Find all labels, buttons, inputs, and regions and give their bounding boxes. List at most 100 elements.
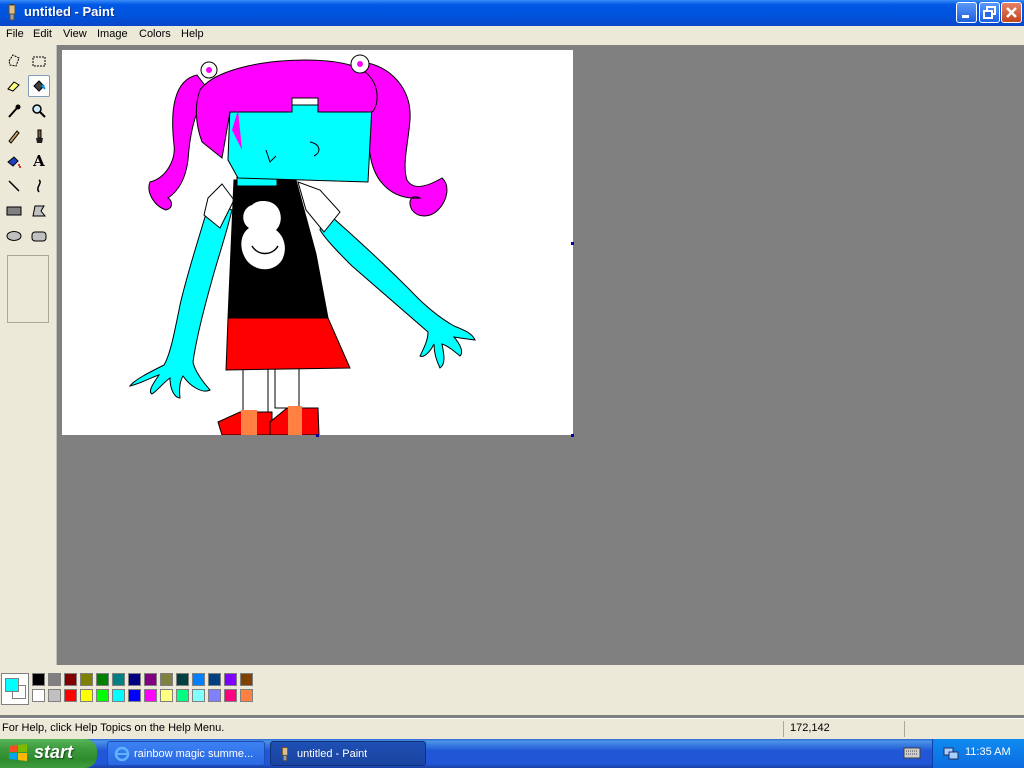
color-palette-bar [0,665,1024,715]
fill-with-color-tool[interactable] [28,75,50,97]
taskbar-button-browser[interactable]: rainbow magic summe... [107,741,265,766]
select-tool[interactable] [28,50,50,72]
color-swatch[interactable] [160,689,173,702]
ie-icon [114,746,130,762]
rounded-rectangle-tool[interactable] [28,225,50,247]
color-swatch[interactable] [208,673,221,686]
color-swatch[interactable] [176,673,189,686]
taskbar-button-label: untitled - Paint [297,748,368,760]
curve-icon [37,179,41,193]
system-tray: 11:35 AM [932,739,1024,768]
keyboard-icon[interactable] [903,746,921,760]
toolbox: A [0,45,57,665]
color-swatch[interactable] [64,689,77,702]
color-swatch[interactable] [240,673,253,686]
color-swatch[interactable] [240,689,253,702]
color-swatch[interactable] [80,673,93,686]
network-icon[interactable] [943,745,959,761]
close-button[interactable] [1001,2,1022,23]
airbrush-icon [7,156,21,168]
menu-bar: File Edit View Image Colors Help [0,26,1024,45]
line-tool[interactable] [3,175,25,197]
eyedropper-icon [8,104,21,118]
polygon-icon [32,205,47,217]
status-help-text: For Help, click Help Topics on the Help … [2,722,225,734]
eraser-tool[interactable] [3,75,25,97]
taskbar-button-label: rainbow magic summe... [134,748,254,760]
rectangle-tool[interactable] [3,200,25,222]
canvas-resize-handle-right[interactable] [571,242,574,245]
color-swatch[interactable] [144,689,157,702]
minimize-button[interactable] [956,2,977,23]
start-label: start [34,742,74,762]
color-swatch[interactable] [32,689,45,702]
title-bar: untitled - Paint [0,0,1024,26]
menu-view[interactable]: View [63,28,87,40]
pick-color-tool[interactable] [3,100,25,122]
foreground-color [5,678,19,692]
color-swatch[interactable] [112,689,125,702]
status-coordinates: 172,142 [790,722,830,734]
text-tool[interactable]: A [28,150,50,172]
free-form-select-tool[interactable] [3,50,25,72]
current-colors-indicator [1,673,29,705]
magnifier-icon [32,104,46,118]
color-swatch[interactable] [96,689,109,702]
color-swatch[interactable] [48,689,61,702]
color-swatch[interactable] [176,689,189,702]
color-swatch[interactable] [160,673,173,686]
magnifier-tool[interactable] [28,100,50,122]
menu-colors[interactable]: Colors [139,28,171,40]
color-swatch[interactable] [128,689,141,702]
canvas-resize-handle-corner[interactable] [571,434,574,437]
minimize-icon [962,15,969,18]
rectangle-select-icon [32,56,46,67]
window-title: untitled - Paint [24,4,115,19]
color-swatch[interactable] [80,689,93,702]
menu-help[interactable]: Help [181,28,204,40]
color-swatch[interactable] [144,673,157,686]
close-icon [1006,7,1017,18]
polygon-tool[interactable] [28,200,50,222]
color-swatch[interactable] [48,673,61,686]
paint-app-icon [4,2,20,22]
taskbar-button-paint[interactable]: untitled - Paint [270,741,426,766]
line-icon [8,180,20,192]
airbrush-tool[interactable] [3,150,25,172]
drawing-canvas[interactable] [62,50,573,435]
start-button[interactable]: start [0,739,97,768]
pencil-tool[interactable] [3,125,25,147]
eraser-icon [7,81,20,92]
pencil-icon [8,130,20,144]
drawing-girl-illustration [128,54,476,435]
menu-edit[interactable]: Edit [33,28,52,40]
brush-icon [36,129,43,143]
color-swatch[interactable] [112,673,125,686]
color-swatch[interactable] [208,689,221,702]
clock[interactable]: 11:35 AM [965,746,1011,758]
status-size-cell [904,721,1024,737]
restore-button[interactable] [979,2,1000,23]
status-coordinates-cell: 172,142 [783,721,904,737]
restore-icon [983,6,996,19]
curve-tool[interactable] [28,175,50,197]
ellipse-tool[interactable] [3,225,25,247]
color-swatch[interactable] [192,673,205,686]
tool-options-panel[interactable] [7,255,49,323]
status-bar: For Help, click Help Topics on the Help … [0,718,1024,739]
color-swatch[interactable] [96,673,109,686]
free-form-select-icon [8,54,20,67]
color-swatch[interactable] [224,689,237,702]
menu-image[interactable]: Image [97,28,128,40]
canvas-resize-handle-bottom[interactable] [316,434,319,437]
color-swatch[interactable] [192,689,205,702]
brush-tool[interactable] [28,125,50,147]
color-swatch[interactable] [224,673,237,686]
color-swatch[interactable] [64,673,77,686]
color-swatch[interactable] [128,673,141,686]
ellipse-icon [6,231,22,241]
taskbar: start rainbow magic summe... untitled - … [0,739,1024,768]
color-swatch[interactable] [32,673,45,686]
menu-file[interactable]: File [6,28,24,40]
paint-icon [281,747,289,762]
